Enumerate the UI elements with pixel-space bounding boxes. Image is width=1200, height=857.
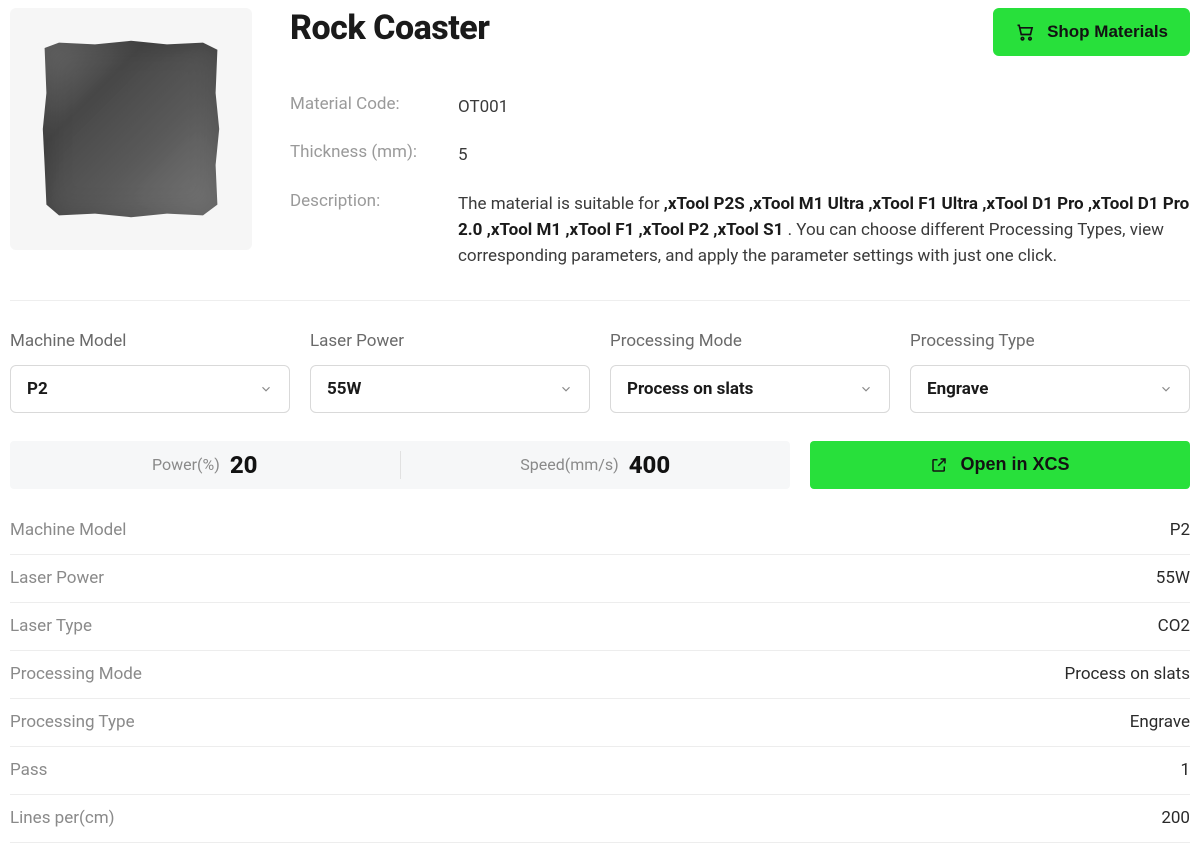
processing-type-label: Processing Type xyxy=(910,331,1190,351)
speed-value: 400 xyxy=(629,451,671,479)
thickness-value: 5 xyxy=(458,142,1190,168)
material-image xyxy=(10,8,252,250)
description-prefix: The material is suitable for xyxy=(458,194,664,214)
processing-mode-value: Process on slats xyxy=(627,379,753,399)
shop-materials-button[interactable]: Shop Materials xyxy=(993,8,1190,56)
details-table: Machine Model P2 Laser Power 55W Laser T… xyxy=(10,507,1190,843)
speed-label: Speed(mm/s) xyxy=(520,455,618,474)
description-label: Description: xyxy=(290,191,458,270)
detail-value: 1 xyxy=(1180,760,1190,780)
open-in-xcs-button[interactable]: Open in XCS xyxy=(810,441,1190,489)
description-value: The material is suitable for ,xTool P2S … xyxy=(458,191,1190,270)
table-row: Lines per(cm) 200 xyxy=(10,795,1190,843)
processing-mode-label: Processing Mode xyxy=(610,331,890,351)
speed-stat: Speed(mm/s) 400 xyxy=(401,441,791,489)
laser-power-value: 55W xyxy=(327,379,361,399)
shop-materials-label: Shop Materials xyxy=(1047,22,1168,42)
table-row: Laser Type CO2 xyxy=(10,603,1190,651)
detail-key: Pass xyxy=(10,760,47,780)
chevron-down-icon xyxy=(559,382,573,396)
chevron-down-icon xyxy=(859,382,873,396)
material-code-label: Material Code: xyxy=(290,94,458,120)
detail-value: Engrave xyxy=(1130,712,1190,732)
detail-key: Laser Type xyxy=(10,616,92,636)
table-row: Laser Power 55W xyxy=(10,555,1190,603)
page-title: Rock Coaster xyxy=(290,8,489,48)
table-row: Processing Type Engrave xyxy=(10,699,1190,747)
detail-key: Laser Power xyxy=(10,568,104,588)
table-row: Processing Mode Process on slats xyxy=(10,651,1190,699)
power-label: Power(%) xyxy=(152,455,220,474)
power-stat: Power(%) 20 xyxy=(10,441,400,489)
detail-value: CO2 xyxy=(1158,616,1190,636)
chevron-down-icon xyxy=(259,382,273,396)
machine-model-value: P2 xyxy=(27,379,48,399)
detail-value: 55W xyxy=(1156,568,1190,588)
material-code-value: OT001 xyxy=(458,94,1190,120)
detail-key: Machine Model xyxy=(10,520,126,540)
detail-key: Processing Mode xyxy=(10,664,142,684)
cart-icon xyxy=(1015,22,1035,42)
rock-texture xyxy=(41,39,221,219)
detail-key: Processing Type xyxy=(10,712,135,732)
laser-power-label: Laser Power xyxy=(310,331,590,351)
detail-key: Lines per(cm) xyxy=(10,808,115,828)
open-in-xcs-label: Open in XCS xyxy=(960,454,1069,475)
table-row: Machine Model P2 xyxy=(10,507,1190,555)
machine-model-select[interactable]: P2 xyxy=(10,365,290,413)
thickness-label: Thickness (mm): xyxy=(290,142,458,168)
processing-type-value: Engrave xyxy=(927,379,988,399)
detail-value: P2 xyxy=(1170,520,1190,540)
machine-model-label: Machine Model xyxy=(10,331,290,351)
power-value: 20 xyxy=(230,451,258,479)
chevron-down-icon xyxy=(1159,382,1173,396)
processing-type-select[interactable]: Engrave xyxy=(910,365,1190,413)
laser-power-select[interactable]: 55W xyxy=(310,365,590,413)
processing-mode-select[interactable]: Process on slats xyxy=(610,365,890,413)
detail-value: Process on slats xyxy=(1065,664,1190,684)
table-row: Pass 1 xyxy=(10,747,1190,795)
external-link-icon xyxy=(930,456,948,474)
detail-value: 200 xyxy=(1161,808,1190,828)
